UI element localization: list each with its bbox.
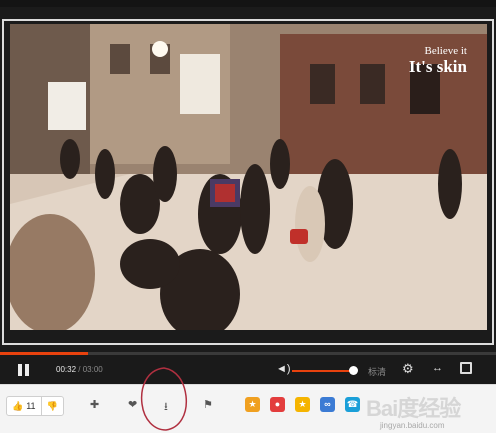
video-frame[interactable]: Believe it It's skin [0, 7, 496, 352]
time-display: 00:32 / 03:00 [56, 365, 103, 374]
video-watermark: Believe it It's skin [408, 45, 467, 76]
like-group: 👍 11 👎 [6, 396, 64, 416]
current-time: 00:32 [56, 365, 77, 374]
fullscreen-icon[interactable] [460, 362, 472, 374]
progress-bar[interactable] [0, 352, 496, 355]
quality-selector[interactable]: 标清 [368, 365, 386, 378]
annotation-circle [140, 367, 188, 431]
volume-fill [292, 370, 350, 372]
expand-arrows-icon[interactable]: ↔ [432, 362, 443, 374]
action-toolbar: 👍 11 👎 ✚ ❤ ⭳ ⚑ ★ ● ★ ∞ ☎ Bai度经验 jingyan.… [0, 384, 496, 433]
watermark-line1: Believe it [424, 45, 467, 57]
like-button[interactable]: 👍 11 [7, 397, 41, 415]
volume-icon[interactable]: ◄) [276, 363, 291, 375]
volume-slider[interactable] [292, 370, 356, 372]
gear-icon[interactable]: ⚙ [402, 361, 414, 377]
dislike-button[interactable]: 👎 [40, 397, 63, 415]
plus-icon[interactable]: ✚ [90, 398, 99, 411]
pause-icon-bar [25, 364, 29, 376]
share-qzone-icon[interactable]: ★ [245, 397, 260, 412]
watermark-line2: It's skin [408, 56, 467, 76]
thumbs-down-icon: 👎 [46, 400, 58, 411]
player-controls: 00:32 / 03:00 ◄) 标清 ⚙ ↔ [0, 352, 496, 384]
flag-icon[interactable]: ⚑ [203, 398, 213, 411]
pause-icon [18, 364, 22, 376]
thumbs-up-icon: 👍 [12, 400, 24, 411]
share-star-icon[interactable]: ★ [295, 397, 310, 412]
baidu-jingyan-url: jingyan.baidu.com [380, 421, 445, 430]
pause-button[interactable] [16, 362, 32, 378]
like-count: 11 [26, 401, 36, 411]
duration: 03:00 [82, 365, 103, 374]
time-separator: / [76, 365, 83, 374]
volume-knob[interactable] [349, 366, 358, 375]
progress-fill [0, 352, 89, 355]
top-strip [0, 0, 496, 7]
baidu-jingyan-logo: Bai度经验 [366, 396, 461, 421]
share-renren-icon[interactable]: ∞ [320, 397, 335, 412]
share-weibo-icon[interactable]: ● [270, 397, 285, 412]
video-scene[interactable]: Believe it It's skin [10, 24, 487, 330]
share-more-icon[interactable]: ☎ [345, 397, 360, 412]
